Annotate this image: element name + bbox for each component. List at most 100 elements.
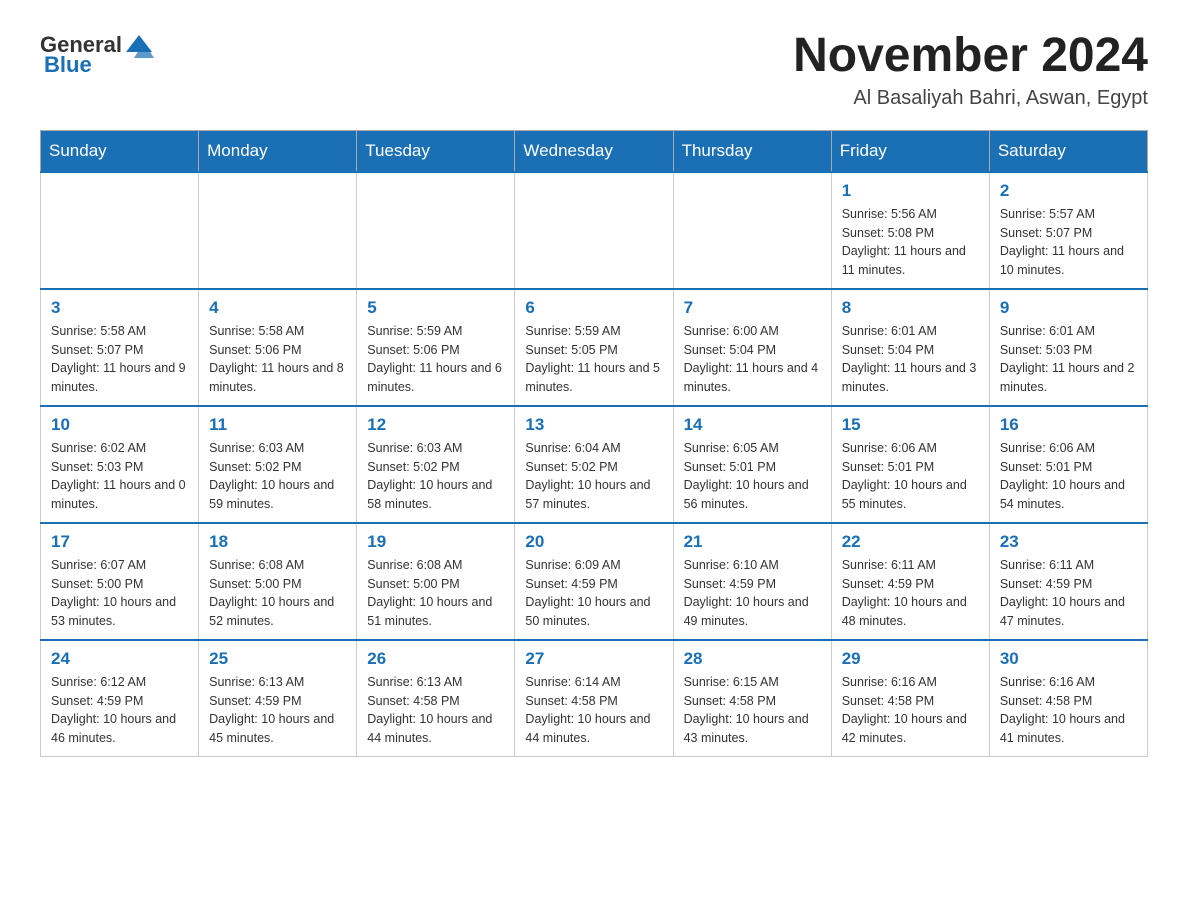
calendar-cell: 17 Sunrise: 6:07 AM Sunset: 5:00 PM Dayli… (41, 523, 199, 640)
day-number: 3 (51, 298, 188, 318)
day-number: 24 (51, 649, 188, 669)
day-info: Sunrise: 6:05 AM Sunset: 5:01 PM Dayligh… (684, 439, 821, 514)
day-number: 26 (367, 649, 504, 669)
day-number: 30 (1000, 649, 1137, 669)
day-info: Sunrise: 6:07 AM Sunset: 5:00 PM Dayligh… (51, 556, 188, 631)
day-info: Sunrise: 6:04 AM Sunset: 5:02 PM Dayligh… (525, 439, 662, 514)
day-number: 17 (51, 532, 188, 552)
day-info: Sunrise: 6:14 AM Sunset: 4:58 PM Dayligh… (525, 673, 662, 748)
calendar-cell: 16 Sunrise: 6:06 AM Sunset: 5:01 PM Dayli… (989, 406, 1147, 523)
day-number: 25 (209, 649, 346, 669)
day-info: Sunrise: 6:11 AM Sunset: 4:59 PM Dayligh… (1000, 556, 1137, 631)
week-row-2: 3 Sunrise: 5:58 AM Sunset: 5:07 PM Daylig… (41, 289, 1148, 406)
day-info: Sunrise: 6:08 AM Sunset: 5:00 PM Dayligh… (209, 556, 346, 631)
day-info: Sunrise: 5:58 AM Sunset: 5:07 PM Dayligh… (51, 322, 188, 397)
day-number: 8 (842, 298, 979, 318)
calendar-header-wednesday: Wednesday (515, 130, 673, 172)
day-info: Sunrise: 6:00 AM Sunset: 5:04 PM Dayligh… (684, 322, 821, 397)
day-number: 27 (525, 649, 662, 669)
day-info: Sunrise: 6:06 AM Sunset: 5:01 PM Dayligh… (842, 439, 979, 514)
calendar-cell: 29 Sunrise: 6:16 AM Sunset: 4:58 PM Dayli… (831, 640, 989, 757)
month-title: November 2024 (793, 30, 1148, 83)
day-info: Sunrise: 6:11 AM Sunset: 4:59 PM Dayligh… (842, 556, 979, 631)
calendar-header-friday: Friday (831, 130, 989, 172)
day-number: 21 (684, 532, 821, 552)
day-info: Sunrise: 6:08 AM Sunset: 5:00 PM Dayligh… (367, 556, 504, 631)
day-number: 16 (1000, 415, 1137, 435)
day-number: 23 (1000, 532, 1137, 552)
day-info: Sunrise: 5:59 AM Sunset: 5:05 PM Dayligh… (525, 322, 662, 397)
day-number: 5 (367, 298, 504, 318)
calendar-header-tuesday: Tuesday (357, 130, 515, 172)
day-number: 10 (51, 415, 188, 435)
day-number: 7 (684, 298, 821, 318)
calendar-cell: 5 Sunrise: 5:59 AM Sunset: 5:06 PM Daylig… (357, 289, 515, 406)
calendar-cell: 12 Sunrise: 6:03 AM Sunset: 5:02 PM Dayli… (357, 406, 515, 523)
day-info: Sunrise: 6:01 AM Sunset: 5:03 PM Dayligh… (1000, 322, 1137, 397)
calendar-cell: 22 Sunrise: 6:11 AM Sunset: 4:59 PM Dayli… (831, 523, 989, 640)
day-info: Sunrise: 5:59 AM Sunset: 5:06 PM Dayligh… (367, 322, 504, 397)
day-number: 14 (684, 415, 821, 435)
calendar-table: SundayMondayTuesdayWednesdayThursdayFrid… (40, 130, 1148, 757)
week-row-5: 24 Sunrise: 6:12 AM Sunset: 4:59 PM Dayli… (41, 640, 1148, 757)
calendar-cell: 10 Sunrise: 6:02 AM Sunset: 5:03 PM Dayli… (41, 406, 199, 523)
title-section: November 2024 Al Basaliyah Bahri, Aswan,… (793, 30, 1148, 110)
calendar-cell: 20Sunrise: 6:09 AM Sunset: 4:59 PM Dayli… (515, 523, 673, 640)
day-info: Sunrise: 5:57 AM Sunset: 5:07 PM Dayligh… (1000, 205, 1137, 280)
day-number: 13 (525, 415, 662, 435)
week-row-4: 17 Sunrise: 6:07 AM Sunset: 5:00 PM Dayli… (41, 523, 1148, 640)
calendar-cell: 23 Sunrise: 6:11 AM Sunset: 4:59 PM Dayli… (989, 523, 1147, 640)
day-number: 1 (842, 181, 979, 201)
calendar-header-saturday: Saturday (989, 130, 1147, 172)
day-info: Sunrise: 6:13 AM Sunset: 4:59 PM Dayligh… (209, 673, 346, 748)
day-info: Sunrise: 6:13 AM Sunset: 4:58 PM Dayligh… (367, 673, 504, 748)
calendar-header-row: SundayMondayTuesdayWednesdayThursdayFrid… (41, 130, 1148, 172)
day-number: 12 (367, 415, 504, 435)
day-number: 19 (367, 532, 504, 552)
day-info: Sunrise: 6:03 AM Sunset: 5:02 PM Dayligh… (209, 439, 346, 514)
day-info: Sunrise: 6:01 AM Sunset: 5:04 PM Dayligh… (842, 322, 979, 397)
week-row-1: 1Sunrise: 5:56 AM Sunset: 5:08 PM Daylig… (41, 172, 1148, 289)
day-number: 15 (842, 415, 979, 435)
day-info: Sunrise: 6:06 AM Sunset: 5:01 PM Dayligh… (1000, 439, 1137, 514)
day-info: Sunrise: 6:10 AM Sunset: 4:59 PM Dayligh… (684, 556, 821, 631)
week-row-3: 10 Sunrise: 6:02 AM Sunset: 5:03 PM Dayli… (41, 406, 1148, 523)
calendar-cell: 4Sunrise: 5:58 AM Sunset: 5:06 PM Daylig… (199, 289, 357, 406)
calendar-header-monday: Monday (199, 130, 357, 172)
day-info: Sunrise: 6:12 AM Sunset: 4:59 PM Dayligh… (51, 673, 188, 748)
day-info: Sunrise: 6:03 AM Sunset: 5:02 PM Dayligh… (367, 439, 504, 514)
day-number: 29 (842, 649, 979, 669)
calendar-cell: 9 Sunrise: 6:01 AM Sunset: 5:03 PM Daylig… (989, 289, 1147, 406)
calendar-cell: 7 Sunrise: 6:00 AM Sunset: 5:04 PM Daylig… (673, 289, 831, 406)
location-subtitle: Al Basaliyah Bahri, Aswan, Egypt (793, 87, 1148, 110)
day-number: 4 (209, 298, 346, 318)
calendar-cell: 18Sunrise: 6:08 AM Sunset: 5:00 PM Dayli… (199, 523, 357, 640)
calendar-cell (515, 172, 673, 289)
calendar-cell (673, 172, 831, 289)
page-header: General Blue November 2024 Al Basaliyah … (40, 30, 1148, 110)
calendar-cell: 21 Sunrise: 6:10 AM Sunset: 4:59 PM Dayli… (673, 523, 831, 640)
day-info: Sunrise: 6:16 AM Sunset: 4:58 PM Dayligh… (1000, 673, 1137, 748)
calendar-cell: 15 Sunrise: 6:06 AM Sunset: 5:01 PM Dayli… (831, 406, 989, 523)
day-info: Sunrise: 6:16 AM Sunset: 4:58 PM Dayligh… (842, 673, 979, 748)
day-number: 2 (1000, 181, 1137, 201)
day-number: 9 (1000, 298, 1137, 318)
calendar-header-thursday: Thursday (673, 130, 831, 172)
calendar-cell: 1Sunrise: 5:56 AM Sunset: 5:08 PM Daylig… (831, 172, 989, 289)
calendar-cell: 11 Sunrise: 6:03 AM Sunset: 5:02 PM Dayli… (199, 406, 357, 523)
day-number: 28 (684, 649, 821, 669)
calendar-cell: 6Sunrise: 5:59 AM Sunset: 5:05 PM Daylig… (515, 289, 673, 406)
calendar-cell: 27 Sunrise: 6:14 AM Sunset: 4:58 PM Dayli… (515, 640, 673, 757)
calendar-cell: 3 Sunrise: 5:58 AM Sunset: 5:07 PM Daylig… (41, 289, 199, 406)
calendar-cell: 19 Sunrise: 6:08 AM Sunset: 5:00 PM Dayli… (357, 523, 515, 640)
day-number: 11 (209, 415, 346, 435)
calendar-header-sunday: Sunday (41, 130, 199, 172)
day-info: Sunrise: 6:02 AM Sunset: 5:03 PM Dayligh… (51, 439, 188, 514)
calendar-cell: 25 Sunrise: 6:13 AM Sunset: 4:59 PM Dayli… (199, 640, 357, 757)
day-info: Sunrise: 6:15 AM Sunset: 4:58 PM Dayligh… (684, 673, 821, 748)
calendar-cell: 8 Sunrise: 6:01 AM Sunset: 5:04 PM Daylig… (831, 289, 989, 406)
calendar-cell (357, 172, 515, 289)
day-number: 22 (842, 532, 979, 552)
calendar-cell: 13 Sunrise: 6:04 AM Sunset: 5:02 PM Dayli… (515, 406, 673, 523)
calendar-cell (41, 172, 199, 289)
